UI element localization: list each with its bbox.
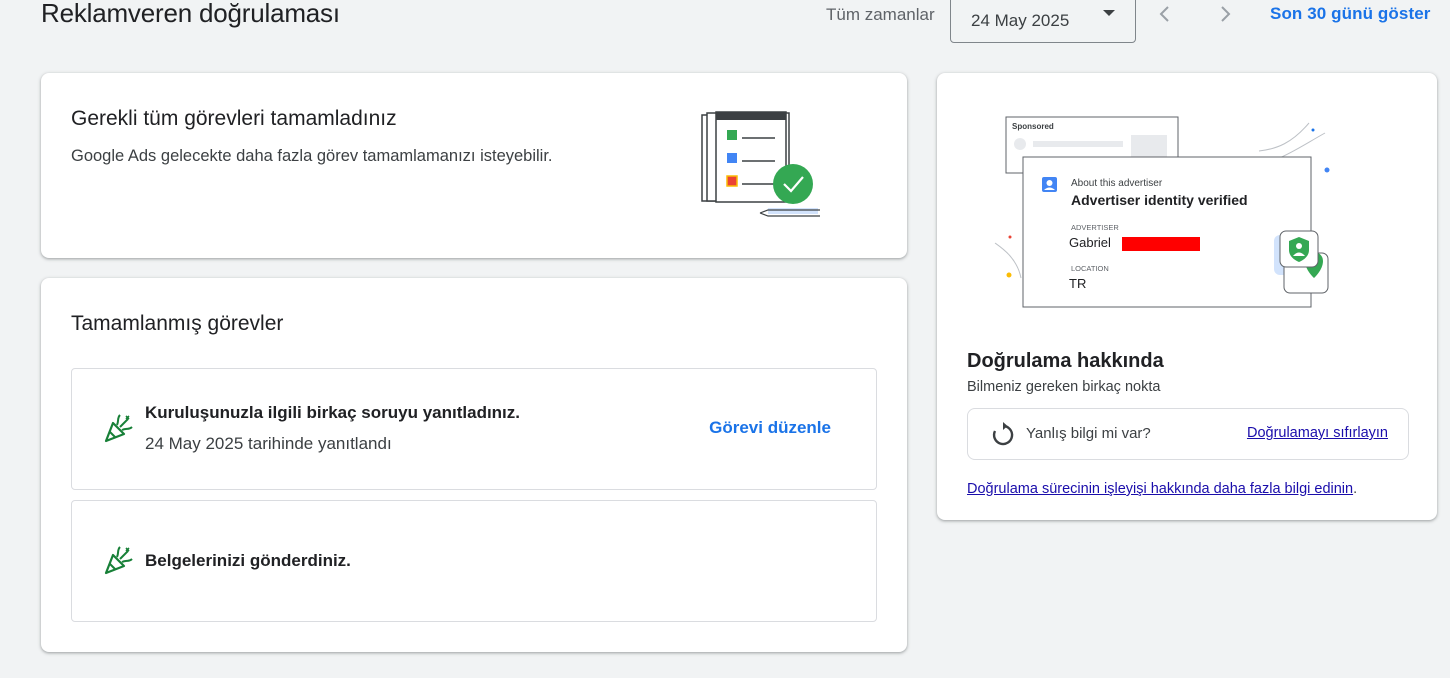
learn-more-text: Doğrulama sürecinin işleyişi hakkında da… [967,481,1357,497]
completion-subtitle: Google Ads gelecekte daha fazla görev ta… [71,147,553,165]
chevron-left-icon[interactable] [1155,4,1175,24]
checklist-illustration [701,111,820,217]
completion-card: Gerekli tüm görevleri tamamladınız Googl… [41,73,907,258]
task-date: 24 May 2025 tarihinde yanıtlandı [145,434,392,453]
party-popper-icon [104,414,133,443]
wrong-info-question: Yanlış bilgi mi var? [1026,425,1151,442]
learn-more-link[interactable]: Doğrulama sürecinin işleyişi hakkında da… [967,481,1353,497]
location-value: TR [1069,276,1086,291]
advertiser-caption: ADVERTISER [1071,223,1119,232]
sponsored-label: Sponsored [1012,122,1054,131]
reset-icon [992,422,1014,446]
reset-verification-link[interactable]: Doğrulamayı sıfırlayın [1247,425,1388,441]
advertiser-identity-verified: Advertiser identity verified [1071,192,1248,208]
learn-more-suffix: . [1353,481,1358,497]
edit-task-button[interactable]: Görevi düzenle [709,418,831,438]
advertiser-name: Gabriel [1069,235,1111,250]
completion-title: Gerekli tüm görevleri tamamladınız [71,107,397,130]
redaction-bar [1122,237,1200,251]
show-last-30-days-link[interactable]: Son 30 günü göster [1270,4,1430,24]
date-select[interactable]: 24 May 2025 [950,0,1136,43]
party-popper-icon [104,546,133,575]
date-range-label: Tüm zamanlar [826,5,935,24]
task-title: Kuruluşunuzla ilgili birkaç soruyu yanıt… [145,403,521,422]
completed-tasks-title: Tamamlanmış görevler [71,312,284,335]
task-item: Kuruluşunuzla ilgili birkaç soruyu yanıt… [71,368,877,490]
advertiser-verified-illustration: Sponsored About this advertiser Advertis… [994,116,1330,308]
task-item: Belgelerinizi gönderdiniz. [71,500,877,622]
about-verification-card: Sponsored About this advertiser Advertis… [937,73,1437,520]
caret-down-icon [1103,10,1115,16]
location-caption: LOCATION [1071,264,1109,273]
chevron-right-icon[interactable] [1215,4,1235,24]
reset-verification-box: Yanlış bilgi mi var? Doğrulamayı sıfırla… [967,408,1409,460]
page-title: Reklamveren doğrulaması [41,0,340,28]
about-advertiser-label: About this advertiser [1071,178,1163,189]
date-select-value: 24 May 2025 [971,11,1070,30]
completed-tasks-card: Tamamlanmış görevler Kuruluşunuzla ilgil… [41,278,907,652]
about-verification-title: Doğrulama hakkında [967,350,1164,372]
task-title: Belgelerinizi gönderdiniz. [145,551,351,570]
about-verification-subtitle: Bilmeniz gereken birkaç nokta [967,379,1161,395]
